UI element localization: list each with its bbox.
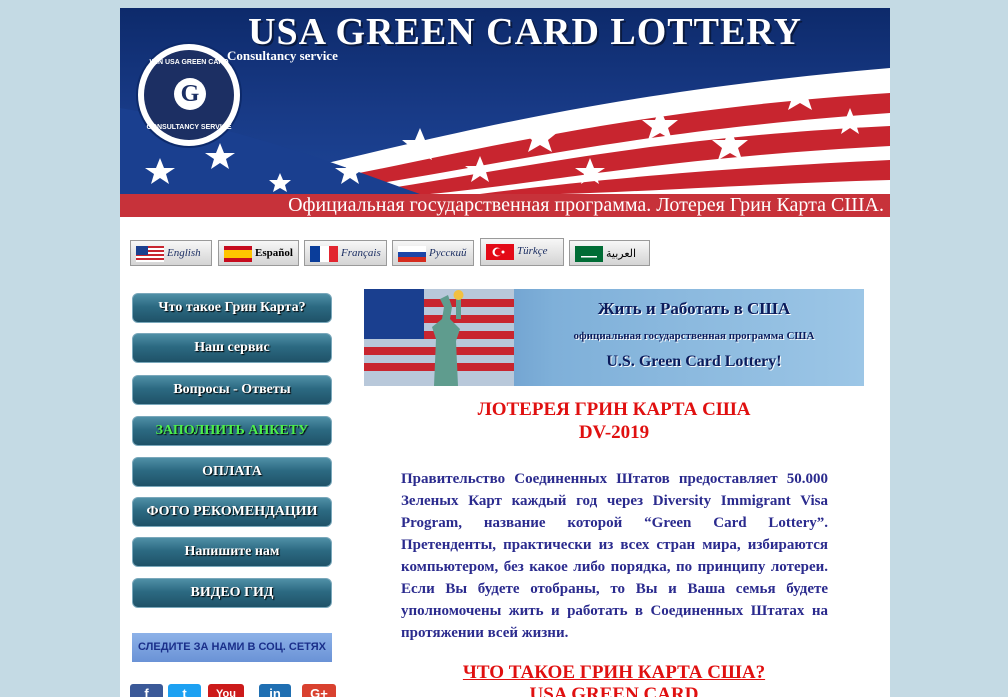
twitter-icon[interactable]: t [168,684,201,697]
language-button-arabic[interactable]: العربية [569,240,650,266]
menu-fill-application[interactable]: ЗАПОЛНИТЬ АНКЕТУ [132,416,332,446]
menu-photo-recommendations[interactable]: ФОТО РЕКОМЕНДАЦИИ [132,497,332,527]
turkey-flag-icon [486,244,514,260]
linkedin-icon[interactable]: in [259,684,291,697]
promo-line-1: Жить и Работать в США [597,299,791,318]
marquee-text: Официальная государственная программа. Л… [288,194,884,216]
facebook-icon[interactable]: f [130,684,163,697]
language-button-spanish[interactable]: Español [218,240,299,266]
question-title-link[interactable]: ЧТО ТАКОЕ ГРИН КАРТА США? [364,662,864,684]
spain-flag-icon [224,246,252,262]
marquee-bar: Официальная государственная программа. Л… [120,194,890,217]
language-label: Français [341,247,381,259]
language-label: العربية [606,248,637,260]
google-plus-icon[interactable]: G+ [302,684,336,697]
logo-seal: WIN USA GREEN CARD G CONSULTANCY SERVICE [138,44,240,146]
language-button-english[interactable]: English [130,240,212,266]
page-container: WIN USA GREEN CARD G CONSULTANCY SERVICE… [120,8,890,697]
france-flag-icon [310,246,338,262]
menu-video-guide[interactable]: ВИДЕО ГИД [132,578,332,608]
language-label: Türkçe [517,245,548,257]
language-button-russian[interactable]: Русский [392,240,474,266]
promo-line-2: официальная государственная программа СШ… [573,330,815,342]
social-follow-banner: СЛЕДИТЕ ЗА НАМИ В СОЦ. СЕТЯХ [132,633,332,662]
promo-line-3: U.S. Green Card Lottery! [606,353,782,370]
youtube-icon[interactable]: You [208,684,244,697]
site-subtitle: Consultancy service [227,48,338,63]
language-label: Русский [429,247,467,259]
language-button-french[interactable]: Français [304,240,387,266]
seal-letter: G [174,78,206,110]
seal-top-text: WIN USA GREEN CARD [149,59,229,66]
menu-our-service[interactable]: Наш сервис [132,333,332,363]
main-subtitle: DV-2019 [578,422,650,443]
question-subtitle: USA GREEN CARD [529,684,699,697]
promo-banner: Жить и Работать в США официальная госуда… [364,289,864,386]
us-flag-icon [136,246,164,262]
saudi-flag-icon [575,246,603,262]
menu-faq[interactable]: Вопросы - Ответы [132,375,332,405]
russia-flag-icon [398,246,426,262]
seal-bottom-text: CONSULTANCY SERVICE [146,124,232,131]
main-title: ЛОТЕРЕЯ ГРИН КАРТА США [477,399,751,420]
intro-paragraph: Правительство Соединенных Штатов предост… [401,471,828,641]
menu-payment[interactable]: ОПЛАТА [132,457,332,487]
menu-what-is-green-card[interactable]: Что такое Грин Карта? [132,293,332,323]
menu-contact-us[interactable]: Напишите нам [132,537,332,567]
language-label: Español [255,247,293,259]
language-button-turkish[interactable]: Türkçe [480,238,564,266]
header-banner: WIN USA GREEN CARD G CONSULTANCY SERVICE… [120,8,890,194]
language-label: English [167,247,201,259]
